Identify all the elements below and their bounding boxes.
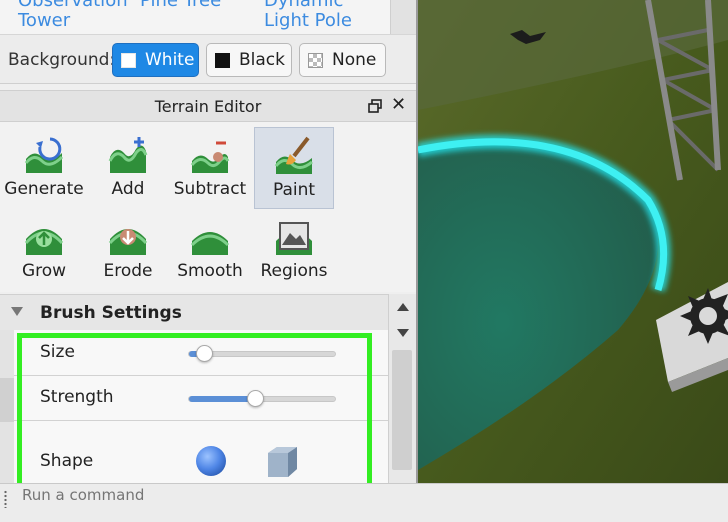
cube-shape-icon[interactable] [264, 444, 300, 480]
tool-erode[interactable]: Erode [88, 209, 168, 291]
background-label: Background: [8, 50, 116, 70]
generate-icon [24, 137, 64, 173]
drag-grip-icon[interactable] [4, 490, 7, 508]
tool-paint-label: Paint [272, 180, 316, 200]
terrain-editor-title: Terrain Editor [154, 97, 262, 116]
tool-generate[interactable]: Generate [4, 127, 84, 209]
background-none-label: None [332, 50, 377, 70]
add-terrain-icon [108, 137, 148, 173]
tool-regions[interactable]: Regions [254, 209, 334, 291]
transparent-swatch-icon [308, 52, 323, 68]
smooth-icon [190, 232, 230, 255]
scroll-up-icon[interactable] [397, 303, 409, 311]
tool-grow[interactable]: Grow [4, 209, 84, 291]
tool-add[interactable]: Add [88, 127, 168, 209]
terrain-scene [418, 0, 728, 483]
shape-label: Shape [40, 451, 94, 471]
tool-subtract-label: Subtract [173, 179, 247, 199]
strength-label: Strength [40, 387, 114, 407]
command-input[interactable] [14, 484, 714, 506]
brush-settings-panel: Size Strength Shape [14, 330, 388, 483]
white-swatch-icon [121, 52, 136, 68]
brush-settings-title: Brush Settings [40, 303, 182, 323]
tool-subtract[interactable]: Subtract [170, 127, 250, 209]
background-white-label: White [145, 50, 195, 70]
size-slider-thumb[interactable] [195, 345, 213, 362]
tool-regions-label: Regions [260, 261, 328, 281]
tool-grow-label: Grow [21, 261, 67, 281]
strength-slider[interactable] [188, 390, 336, 407]
tool-erode-label: Erode [103, 261, 153, 281]
black-swatch-icon [215, 52, 230, 68]
asset-link-light-pole[interactable]: Light Pole [264, 11, 352, 31]
scrollbar-thumb[interactable] [392, 350, 412, 470]
background-selector: Background: White Black None [0, 34, 416, 84]
close-icon[interactable]: ✕ [391, 94, 406, 116]
sphere-shape-icon[interactable] [194, 444, 228, 478]
background-white-button[interactable]: White [112, 43, 199, 77]
asset-link-tower[interactable]: Tower [18, 11, 70, 31]
command-bar [0, 483, 728, 522]
settings-gutter-block [0, 378, 14, 422]
strength-slider-thumb[interactable] [246, 390, 264, 407]
asset-link-pine-tree[interactable]: Pine Tree [140, 0, 221, 11]
tool-add-label: Add [111, 179, 145, 199]
tool-smooth[interactable]: Smooth [170, 209, 250, 291]
grow-icon [24, 229, 64, 255]
regions-icon [276, 222, 312, 255]
tool-smooth-label: Smooth [177, 261, 243, 281]
terrain-tools-grid: Generate Add Subtract Paint Grow Erode S… [0, 122, 416, 292]
tool-generate-label: Generate [4, 179, 84, 199]
size-row: Size [14, 330, 388, 376]
background-none-button[interactable]: None [299, 43, 386, 77]
asset-strip-scrollbar[interactable] [390, 0, 416, 34]
brush-settings-header[interactable]: Brush Settings [0, 294, 388, 330]
subtract-terrain-icon [190, 141, 230, 173]
strength-row: Strength [14, 376, 388, 421]
restore-window-icon[interactable] [368, 99, 382, 113]
size-label: Size [40, 342, 75, 362]
game-viewport[interactable] [418, 0, 728, 483]
size-slider[interactable] [188, 345, 336, 362]
strength-slider-fill [189, 396, 255, 402]
scroll-down-icon[interactable] [397, 329, 409, 337]
tool-paint[interactable]: Paint [254, 127, 334, 209]
background-black-button[interactable]: Black [206, 43, 292, 77]
terrain-editor-header: Terrain Editor ✕ [0, 90, 416, 122]
settings-scrollbar[interactable] [388, 294, 416, 483]
erode-icon [108, 229, 148, 255]
left-panel: Observation Pine Tree Tower Dynamic Ligh… [0, 0, 418, 483]
shape-row: Shape [14, 421, 388, 483]
paint-icon [274, 136, 313, 174]
background-black-label: Black [239, 50, 285, 70]
collapse-arrow-icon[interactable] [11, 307, 23, 316]
asset-strip: Observation Pine Tree Tower Dynamic Ligh… [0, 0, 416, 34]
